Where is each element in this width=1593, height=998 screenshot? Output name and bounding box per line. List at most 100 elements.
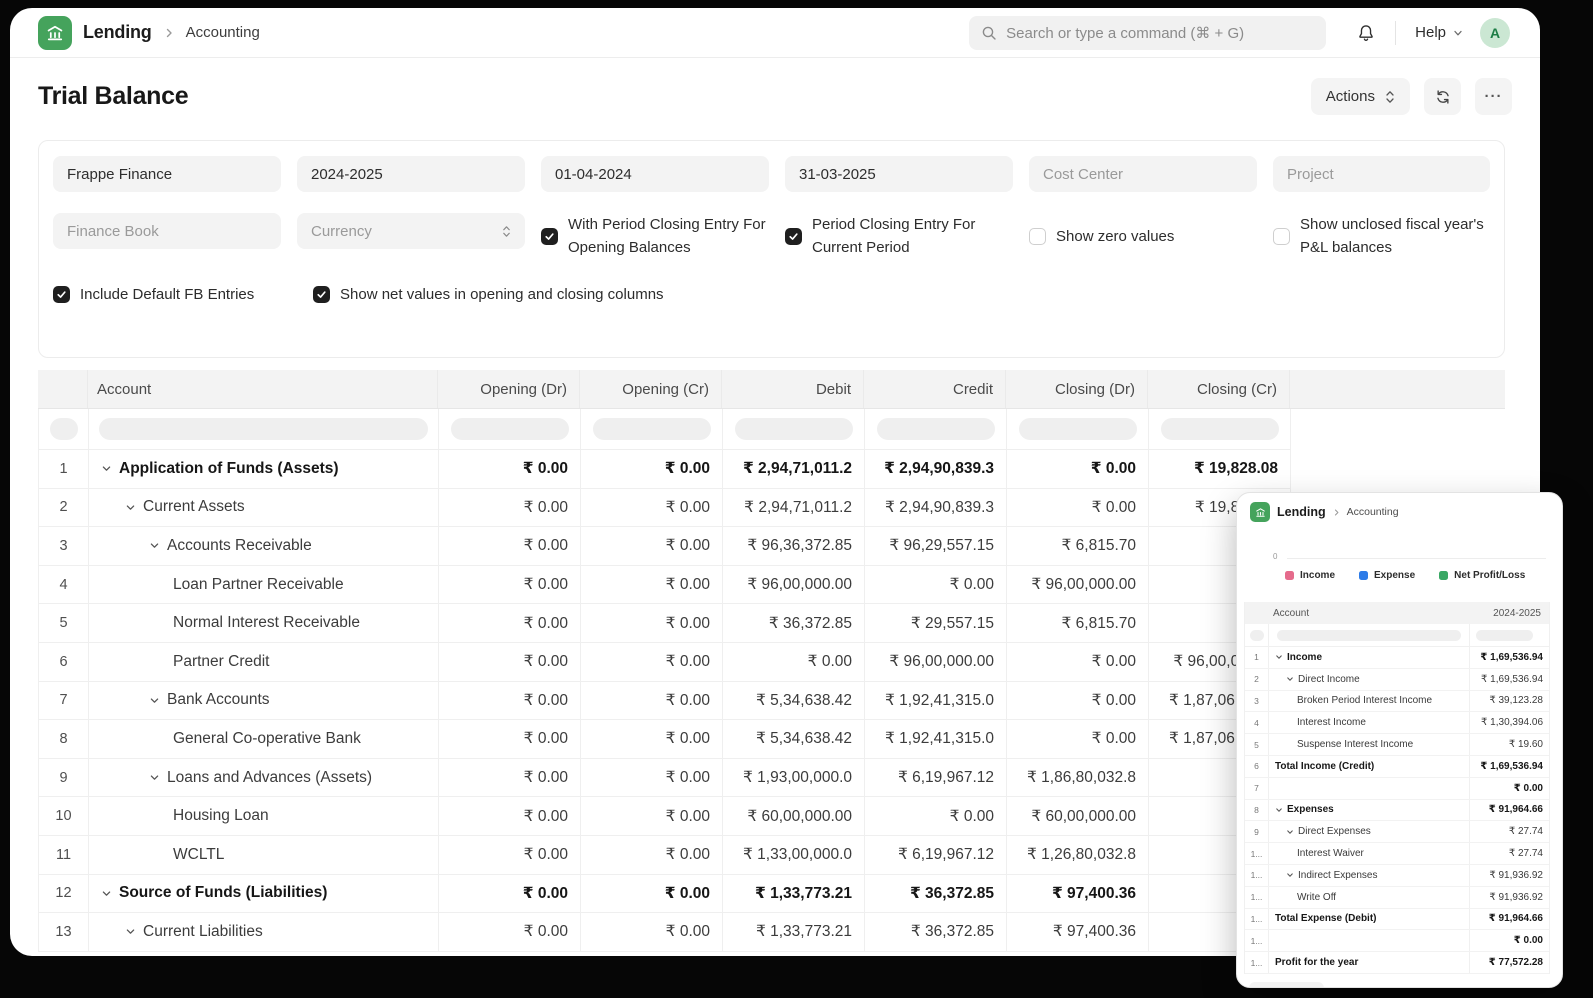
account-cell[interactable]: Direct Expenses — [1269, 821, 1469, 842]
company-filter-input[interactable]: Frappe Finance — [53, 156, 281, 192]
chevron-down-icon[interactable] — [149, 540, 160, 551]
header-opening-dr[interactable]: Opening (Dr) — [438, 370, 580, 408]
checked-checkbox-icon[interactable] — [53, 286, 70, 303]
header-opening-cr[interactable]: Opening (Cr) — [580, 370, 722, 408]
search-input[interactable]: Search or type a command (⌘ + G) — [969, 16, 1326, 50]
amount-cell: ₹ 91,936.92 — [1469, 887, 1549, 908]
legend-expense[interactable]: Expense — [1359, 570, 1415, 581]
brand-name[interactable]: Lending — [83, 22, 152, 43]
more-button[interactable]: ··· — [1475, 78, 1512, 115]
account-cell[interactable]: Expenses — [1269, 800, 1469, 821]
account-cell[interactable]: Interest Income — [1269, 712, 1469, 733]
chevron-down-icon[interactable] — [1286, 675, 1294, 683]
amount-cell: ₹ 1,69,536.94 — [1469, 647, 1549, 668]
fiscal-year-filter-input[interactable]: 2024-2025 — [297, 156, 525, 192]
brand-bank-icon[interactable] — [38, 16, 72, 50]
collapse-all-button[interactable]: Collapse All — [1249, 982, 1324, 988]
account-cell[interactable]: Housing Loan — [89, 797, 439, 835]
account-cell[interactable]: Current Assets — [89, 489, 439, 527]
chevron-down-icon[interactable] — [125, 926, 136, 937]
account-cell[interactable]: Profit for the year — [1269, 952, 1469, 973]
header-account[interactable]: Account — [88, 370, 438, 408]
checked-checkbox-icon[interactable] — [541, 228, 558, 245]
header-closing-dr[interactable]: Closing (Dr) — [1006, 370, 1148, 408]
legend-net-profit[interactable]: Net Profit/Loss — [1439, 570, 1525, 581]
show-zero-values-checkbox[interactable]: Show zero values — [1029, 213, 1257, 259]
account-cell[interactable]: Indirect Expenses — [1269, 865, 1469, 886]
account-cell[interactable]: Broken Period Interest Income — [1269, 691, 1469, 712]
chevron-down-icon[interactable] — [149, 772, 160, 783]
table-row: 13Current Liabilities₹ 0.00₹ 0.00₹ 1,33,… — [39, 913, 1291, 952]
notifications-bell-icon[interactable] — [1356, 23, 1376, 43]
header-closing-cr[interactable]: Closing (Cr) — [1148, 370, 1290, 408]
index-filter-input[interactable] — [50, 418, 78, 440]
account-cell[interactable]: Total Expense (Debit) — [1269, 909, 1469, 930]
opening-dr-filter-input[interactable] — [451, 418, 569, 440]
account-cell[interactable]: Normal Interest Receivable — [89, 604, 439, 642]
account-cell[interactable]: Interest Waiver — [1269, 843, 1469, 864]
unchecked-checkbox-icon[interactable] — [1029, 228, 1046, 245]
chevron-down-icon[interactable] — [101, 888, 112, 899]
account-cell[interactable]: Source of Funds (Liabilities) — [89, 875, 439, 913]
account-cell[interactable]: Loan Partner Receivable — [89, 566, 439, 604]
actions-button[interactable]: Actions — [1311, 78, 1410, 115]
mini-header-account[interactable]: Account — [1273, 608, 1309, 619]
account-cell[interactable]: Suspense Interest Income — [1269, 734, 1469, 755]
debit-filter-input[interactable] — [735, 418, 853, 440]
with-period-closing-entry-opening-checkbox[interactable]: With Period Closing Entry For Opening Ba… — [541, 213, 769, 259]
breadcrumb-accounting[interactable]: Accounting — [186, 24, 260, 41]
account-cell[interactable]: Direct Income — [1269, 669, 1469, 690]
mini-table: Account 2024-2025 1Income₹ 1,69,536.942D… — [1244, 602, 1550, 974]
currency-filter-select[interactable]: Currency — [297, 213, 525, 249]
to-date-filter-input[interactable]: 31-03-2025 — [785, 156, 1013, 192]
chevron-down-icon[interactable] — [1275, 806, 1283, 814]
account-cell[interactable]: Loans and Advances (Assets) — [89, 759, 439, 797]
closing-cr-filter-input[interactable] — [1161, 418, 1279, 440]
account-cell[interactable]: Income — [1269, 647, 1469, 668]
account-cell[interactable]: WCLTL — [89, 836, 439, 874]
account-cell[interactable] — [1269, 930, 1469, 951]
mini-index-filter-input[interactable] — [1250, 630, 1264, 641]
from-date-filter-input[interactable]: 01-04-2024 — [541, 156, 769, 192]
project-filter-input[interactable]: Project — [1273, 156, 1490, 192]
help-menu[interactable]: Help — [1415, 24, 1463, 41]
closing-dr-filter-input[interactable] — [1019, 418, 1137, 440]
opening-cr-filter-input[interactable] — [593, 418, 711, 440]
table-row: 4Loan Partner Receivable₹ 0.00₹ 0.00₹ 96… — [39, 566, 1291, 605]
chevron-down-icon[interactable] — [125, 502, 136, 513]
account-cell[interactable] — [1269, 778, 1469, 799]
account-cell[interactable]: General Co-operative Bank — [89, 720, 439, 758]
account-filter-input[interactable] — [99, 418, 428, 440]
legend-income[interactable]: Income — [1285, 570, 1335, 581]
avatar[interactable]: A — [1480, 18, 1510, 48]
cost-center-filter-input[interactable]: Cost Center — [1029, 156, 1257, 192]
show-unclosed-pl-checkbox[interactable]: Show unclosed fiscal year's P&L balances — [1273, 213, 1490, 259]
mini-header-period[interactable]: 2024-2025 — [1493, 608, 1541, 619]
debit-cell: ₹ 2,94,71,011.2 — [723, 489, 865, 527]
mini-account-filter-input[interactable] — [1277, 630, 1461, 641]
finance-book-filter-input[interactable]: Finance Book — [53, 213, 281, 249]
chevron-down-icon[interactable] — [1286, 828, 1294, 836]
period-closing-entry-current-checkbox[interactable]: Period Closing Entry For Current Period — [785, 213, 1013, 259]
account-cell[interactable]: Application of Funds (Assets) — [89, 450, 439, 488]
account-cell[interactable]: Bank Accounts — [89, 682, 439, 720]
chevron-down-icon[interactable] — [1275, 653, 1283, 661]
header-credit[interactable]: Credit — [864, 370, 1006, 408]
chevron-down-icon[interactable] — [149, 695, 160, 706]
mini-value-filter-input[interactable] — [1476, 630, 1533, 641]
unchecked-checkbox-icon[interactable] — [1273, 228, 1290, 245]
chevron-down-icon[interactable] — [101, 463, 112, 474]
account-cell[interactable]: Write Off — [1269, 887, 1469, 908]
credit-filter-input[interactable] — [877, 418, 995, 440]
account-cell[interactable]: Accounts Receivable — [89, 527, 439, 565]
refresh-button[interactable] — [1424, 78, 1461, 115]
checked-checkbox-icon[interactable] — [785, 228, 802, 245]
chevron-down-icon[interactable] — [1286, 871, 1294, 879]
account-cell[interactable]: Partner Credit — [89, 643, 439, 681]
account-cell[interactable]: Current Liabilities — [89, 913, 439, 951]
checked-checkbox-icon[interactable] — [313, 286, 330, 303]
account-cell[interactable]: Total Income (Credit) — [1269, 756, 1469, 777]
show-net-values-checkbox[interactable]: Show net values in opening and closing c… — [313, 283, 664, 306]
include-default-fb-entries-checkbox[interactable]: Include Default FB Entries — [53, 283, 297, 306]
header-debit[interactable]: Debit — [722, 370, 864, 408]
